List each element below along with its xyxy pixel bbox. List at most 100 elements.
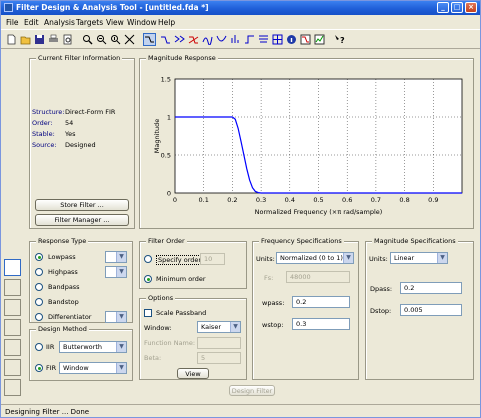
group-delay-icon[interactable] [201, 33, 214, 46]
maximize-button[interactable]: □ [451, 2, 463, 13]
lowpass-label: Lowpass [48, 253, 76, 261]
new-icon[interactable] [5, 33, 18, 46]
wstop-input[interactable]: 0.3 [292, 318, 350, 330]
print-icon[interactable] [47, 33, 60, 46]
close-button[interactable]: × [465, 2, 477, 13]
menu-file[interactable]: File [6, 18, 19, 27]
fir-method-value: Window [63, 364, 89, 372]
minimum-order-radio[interactable] [144, 275, 152, 283]
filter-info-icon[interactable] [285, 33, 298, 46]
magnitude-estimate-icon[interactable] [299, 33, 312, 46]
filter-specs-icon[interactable] [143, 33, 156, 46]
impulse-response-icon[interactable] [229, 33, 242, 46]
specify-order-label: Specify order: [156, 255, 206, 265]
bandstop-label: Bandstop [48, 298, 79, 306]
view-button[interactable]: View [177, 368, 209, 379]
highpass-select[interactable]: ▼ [105, 266, 127, 278]
bandpass-label: Bandpass [48, 283, 80, 291]
mag-units-value: Linear [394, 254, 415, 262]
fs-input[interactable]: 48000 [286, 271, 350, 283]
sidebar [4, 259, 21, 404]
bandstop-radio[interactable] [35, 298, 43, 306]
step-response-icon[interactable] [243, 33, 256, 46]
lowpass-radio[interactable] [35, 253, 43, 261]
order-label: Order: [32, 119, 53, 127]
y-tick-label: 1 [167, 114, 171, 122]
title-bar: Filter Design & Analysis Tool - [untitle… [1, 1, 480, 15]
sidebar-transform-filter-icon[interactable] [4, 279, 21, 296]
design-filter-button[interactable]: Design Filter [229, 385, 275, 396]
current-filter-title: Current Filter Information [36, 54, 123, 62]
sidebar-pole-zero-editor-icon[interactable] [4, 359, 21, 376]
menu-help[interactable]: Help [158, 18, 175, 27]
sidebar-realize-model-icon[interactable] [4, 339, 21, 356]
x-tick-label: 0.2 [227, 196, 237, 204]
magnitude-response-icon[interactable] [159, 33, 172, 46]
phase-delay-icon[interactable] [215, 33, 228, 46]
dpass-input[interactable]: 0.2 [400, 282, 462, 294]
menu-targets[interactable]: Targets [76, 18, 103, 27]
x-tick-label: 0.3 [256, 196, 266, 204]
status-text: Designing Filter ... Done [5, 408, 90, 416]
full-view-icon[interactable] [123, 33, 136, 46]
stable-label: Stable: [32, 130, 55, 138]
zoom-y-icon[interactable] [109, 33, 122, 46]
options-title: Options [146, 294, 176, 302]
sidebar-multirate-icon[interactable] [4, 319, 21, 336]
filter-order-title: Filter Order [146, 237, 187, 245]
pole-zero-icon[interactable] [257, 33, 270, 46]
x-tick-label: 0.6 [342, 196, 352, 204]
menu-edit[interactable]: Edit [24, 18, 39, 27]
dstop-input[interactable]: 0.005 [400, 304, 462, 316]
sidebar-quantize-icon[interactable] [4, 299, 21, 316]
save-icon[interactable] [33, 33, 46, 46]
chevron-down-icon: ▼ [116, 252, 126, 262]
iir-method-select[interactable]: Butterworth ▼ [59, 341, 127, 353]
filter-coefficients-icon[interactable] [271, 33, 284, 46]
sidebar-design-filter-icon[interactable] [4, 259, 21, 276]
print-preview-icon[interactable] [61, 33, 74, 46]
mag-units-label: Units: [369, 255, 388, 263]
function-name-input[interactable] [197, 337, 241, 349]
zoom-in-icon[interactable] [81, 33, 94, 46]
freq-units-select[interactable]: Normalized (0 to 1) ▼ [276, 252, 354, 264]
wpass-input[interactable]: 0.2 [292, 296, 350, 308]
window-label: Window: [144, 324, 172, 332]
phase-response-icon[interactable] [173, 33, 186, 46]
y-tick-label: 0 [167, 190, 171, 198]
lowpass-select[interactable]: ▼ [105, 251, 127, 263]
minimize-button[interactable]: _ [437, 2, 449, 13]
differentiator-radio[interactable] [35, 313, 43, 321]
mag-units-select[interactable]: Linear ▼ [390, 252, 448, 264]
specify-order-radio[interactable] [144, 255, 152, 263]
highpass-radio[interactable] [35, 268, 43, 276]
menu-view[interactable]: View [106, 18, 124, 27]
menu-analysis[interactable]: Analysis [44, 18, 75, 27]
fir-method-select[interactable]: Window ▼ [59, 362, 127, 374]
menu-window[interactable]: Window [127, 18, 157, 27]
window-select[interactable]: Kaiser ▼ [197, 321, 241, 333]
chevron-down-icon: ▼ [116, 267, 126, 277]
structure-label: Structure: [32, 108, 65, 116]
noise-psd-icon[interactable] [313, 33, 326, 46]
freq-units-value: Normalized (0 to 1) [280, 254, 343, 262]
bandpass-radio[interactable] [35, 283, 43, 291]
order-input[interactable]: 10 [200, 253, 225, 265]
filter-manager-button[interactable]: Filter Manager ... [35, 214, 129, 226]
store-filter-button[interactable]: Store Filter ... [35, 199, 129, 211]
magnitude-specs-title: Magnitude Specifications [372, 237, 458, 245]
differentiator-select[interactable]: ▼ [105, 311, 127, 323]
mag-phase-icon[interactable] [187, 33, 200, 46]
fir-radio[interactable] [35, 364, 43, 372]
beta-input[interactable]: 5 [197, 352, 241, 364]
x-tick-label: 0.9 [428, 196, 438, 204]
whats-this-icon[interactable]: ? [333, 33, 346, 46]
open-icon[interactable] [19, 33, 32, 46]
sidebar-import-filter-icon[interactable] [4, 379, 21, 396]
iir-radio[interactable] [35, 343, 43, 351]
response-type-title: Response Type [36, 237, 89, 245]
scale-passband-checkbox[interactable] [144, 309, 152, 317]
zoom-x-icon[interactable] [95, 33, 108, 46]
y-tick-label: 0.5 [161, 152, 171, 160]
chevron-down-icon: ▼ [343, 253, 353, 263]
